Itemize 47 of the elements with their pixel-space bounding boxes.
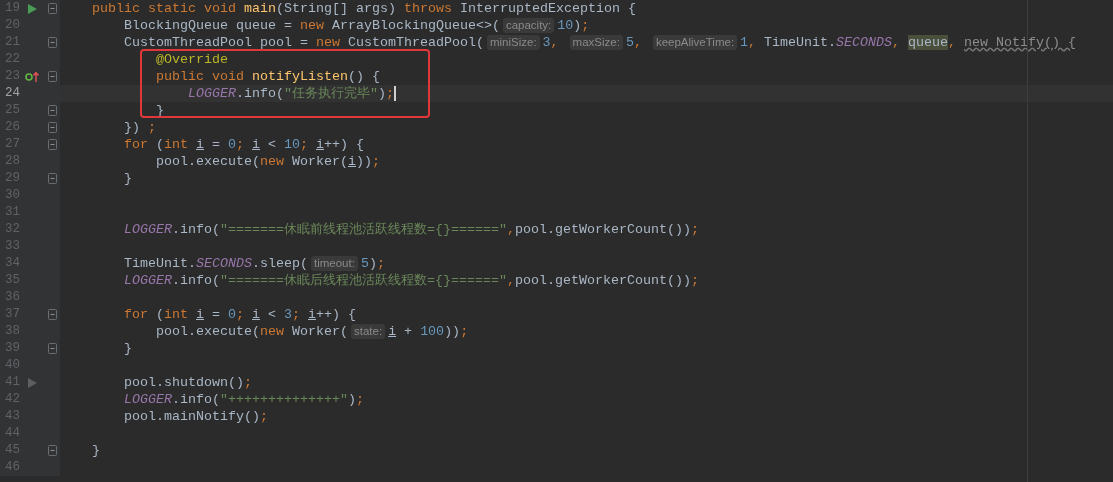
fold-marker-icon[interactable] bbox=[47, 71, 57, 82]
fold-marker-icon[interactable] bbox=[47, 37, 57, 48]
code-text: @Override bbox=[156, 51, 228, 68]
fold-marker-icon[interactable] bbox=[47, 343, 57, 354]
text-cursor bbox=[394, 86, 396, 101]
code-text: for (int i = 0; i < 10; i++) { bbox=[124, 136, 364, 153]
code-text: LOGGER.info("=======休眠前线程池活跃线程数={}======",pool.getWorkerCount()); bbox=[124, 221, 699, 238]
code-text: public void notifyListen() { bbox=[156, 68, 380, 85]
code-text: } bbox=[92, 442, 100, 459]
override-icon[interactable] bbox=[25, 71, 39, 82]
parameter-hint: state: bbox=[351, 324, 386, 339]
code-text: for (int i = 0; i < 3; i++) { bbox=[124, 306, 356, 323]
fold-marker-icon[interactable] bbox=[47, 3, 57, 14]
code-text: LOGGER.info("任务执行完毕"); bbox=[188, 85, 394, 102]
code-text: pool.execute(new Worker( bbox=[156, 323, 348, 340]
parameter-hint: capacity: bbox=[502, 18, 555, 33]
code-text: public static void main(String[] args) throws InterruptedException { bbox=[92, 0, 636, 17]
fold-marker-icon[interactable] bbox=[47, 139, 57, 150]
code-text: LOGGER.info("=======休眠后线程池活跃线程数={}======",pool.getWorkerCount()); bbox=[124, 272, 699, 289]
code-text: 3, bbox=[542, 34, 560, 51]
code-text: 5, bbox=[625, 34, 643, 51]
fold-marker-icon[interactable] bbox=[47, 105, 57, 116]
code-text: 5); bbox=[360, 255, 385, 272]
fold-marker-icon[interactable] bbox=[47, 445, 57, 456]
code-text: 1, TimeUnit.SECONDS, queue, new Notify() { bbox=[740, 34, 1077, 51]
run-icon[interactable] bbox=[27, 3, 37, 14]
code-text: 10); bbox=[557, 17, 590, 34]
parameter-hint: keepAliveTime: bbox=[652, 35, 738, 50]
code-text: CustomThreadPool pool = new CustomThreadPool( bbox=[124, 34, 484, 51]
code-text: pool.shutdown(); bbox=[124, 374, 252, 391]
code-text: TimeUnit.SECONDS.sleep( bbox=[124, 255, 308, 272]
parameter-hint: maxSize: bbox=[569, 35, 623, 50]
code-text: pool.mainNotify(); bbox=[124, 408, 268, 425]
fold-marker-icon[interactable] bbox=[47, 122, 57, 133]
code-text: LOGGER.info("++++++++++++++"); bbox=[124, 391, 364, 408]
code-text: }) ; bbox=[124, 119, 156, 136]
code-text: BlockingQueue queue = new ArrayBlockingQueue<>( bbox=[124, 17, 500, 34]
code-text: } bbox=[124, 340, 132, 357]
pointer-icon[interactable] bbox=[27, 377, 37, 388]
fold-marker-icon[interactable] bbox=[47, 173, 57, 184]
parameter-hint: miniSize: bbox=[486, 35, 540, 50]
fold-marker-icon[interactable] bbox=[47, 309, 57, 320]
line-number: 24 bbox=[4, 85, 20, 102]
parameter-hint: timeout: bbox=[311, 256, 358, 271]
code-text: i + 100)); bbox=[388, 323, 469, 340]
code-text: pool.execute(new Worker(i)); bbox=[156, 153, 380, 170]
code-text: } bbox=[124, 170, 132, 187]
